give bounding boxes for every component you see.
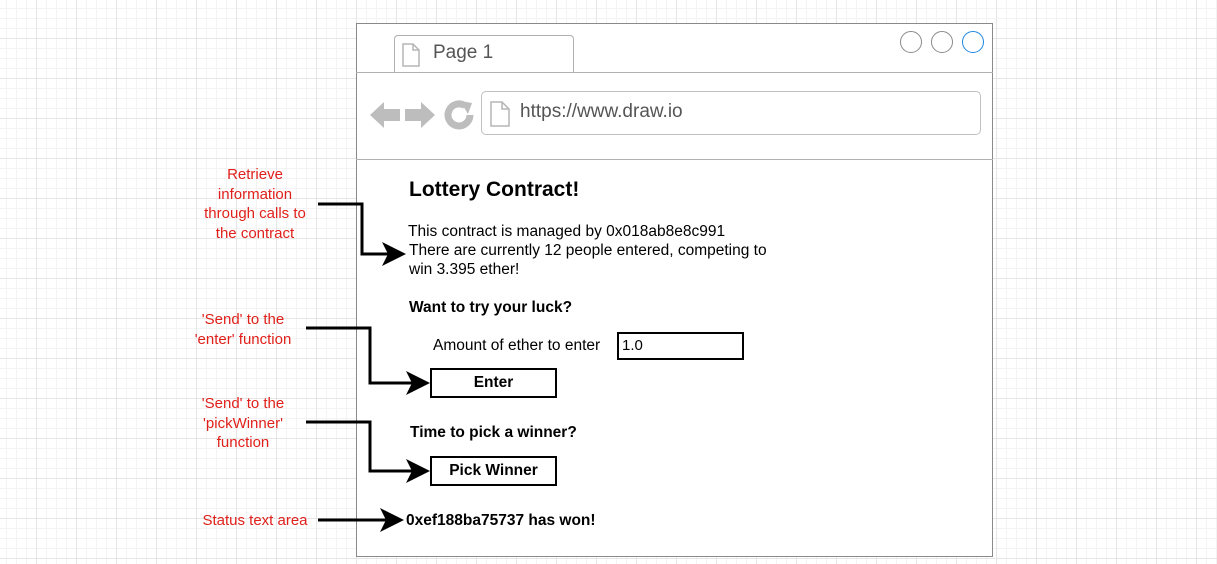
arrow-send-pickwinner	[306, 420, 430, 483]
arrow-send-enter	[306, 326, 430, 395]
arrow-retrieve	[318, 202, 406, 266]
connector-arrows	[306, 202, 430, 532]
